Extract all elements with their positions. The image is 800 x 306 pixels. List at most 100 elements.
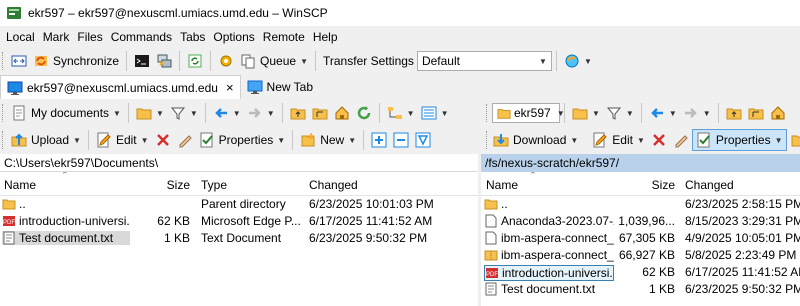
window-title: ekr597 – ekr597@nexuscml.umiacs.umd.edu … (28, 6, 328, 20)
table-row[interactable]: Anaconda3-2023.07-2... 1,039,96... 8/15/… (481, 213, 800, 230)
column-size[interactable]: Size (130, 178, 190, 192)
parent-folder-icon (2, 197, 16, 211)
putty-button[interactable] (153, 50, 175, 72)
tab-new-tab[interactable]: New Tab (241, 75, 319, 99)
remote-location-combo[interactable]: ekr597 ▼ (492, 103, 565, 123)
forward-button[interactable]: ▼ (244, 102, 278, 124)
menu-tabs[interactable]: Tabs (176, 30, 209, 44)
toolbar-grip[interactable] (2, 52, 5, 70)
table-row[interactable]: ibm-aspera-connect_... 66,927 KB 5/8/202… (481, 247, 800, 264)
remote-open-directory-button[interactable]: ▼ (569, 102, 603, 124)
select-all-button[interactable] (412, 129, 434, 151)
filter-button[interactable]: ▼ (167, 102, 201, 124)
menu-mark[interactable]: Mark (39, 30, 74, 44)
refresh-icon (356, 105, 372, 121)
remote-path-bar[interactable]: /fs/nexus-scratch/ekr597/ (481, 154, 800, 172)
remote-rename-button[interactable] (670, 129, 692, 151)
transfer-settings-preset-button[interactable]: ▼ (561, 50, 595, 72)
view-options-button[interactable]: ▼ (418, 102, 452, 124)
menu-local[interactable]: Local (2, 30, 39, 44)
new-button[interactable]: New ▼ (297, 129, 359, 151)
find-files-button[interactable]: ▼ (384, 102, 418, 124)
compare-directories-button[interactable] (8, 50, 30, 72)
table-row[interactable]: .. 6/23/2025 2:58:15 PM (481, 196, 800, 213)
column-changed[interactable]: Changed (685, 178, 734, 192)
table-row[interactable]: Test document.txt 1 KB Text Document 6/2… (0, 230, 478, 247)
toolbar-grip[interactable] (486, 104, 489, 122)
parent-folder-icon (290, 105, 306, 121)
column-name[interactable]: Name (486, 178, 518, 192)
remote-root-directory-button[interactable] (745, 102, 767, 124)
menu-options[interactable]: Options (209, 30, 258, 44)
menu-commands[interactable]: Commands (107, 30, 176, 44)
toolbar-separator (126, 51, 128, 71)
toolbar-grip[interactable] (2, 104, 5, 122)
toolbar-separator (717, 103, 719, 123)
select-files-button[interactable] (368, 129, 390, 151)
table-row[interactable]: Test document.txt 1 KB 6/23/2025 9:50:32… (481, 281, 800, 298)
local-location-combo[interactable]: My documents ▼ (8, 102, 124, 124)
remote-edit-button[interactable]: Edit ▼ (589, 129, 648, 151)
column-name[interactable]: Name (4, 178, 36, 192)
transfer-settings-select[interactable]: Default ▼ (416, 51, 552, 71)
remote-properties-button[interactable]: Properties ▼ (691, 129, 787, 151)
remote-new-button[interactable] (787, 129, 800, 151)
root-folder-icon (312, 105, 328, 121)
edit-button[interactable]: Edit ▼ (93, 129, 152, 151)
parent-folder-icon (484, 197, 498, 211)
unselect-files-button[interactable] (390, 129, 412, 151)
open-terminal-button[interactable] (131, 50, 153, 72)
filter-icon (606, 105, 622, 121)
minus-icon (393, 132, 409, 148)
remote-forward-button[interactable]: ▼ (680, 102, 714, 124)
home-directory-button[interactable] (331, 102, 353, 124)
remote-delete-button[interactable] (648, 129, 670, 151)
column-changed[interactable]: Changed (309, 178, 358, 192)
refresh-button[interactable] (353, 102, 375, 124)
delete-button[interactable] (152, 129, 174, 151)
open-directory-button[interactable]: ▼ (133, 102, 167, 124)
properties-button[interactable]: Properties ▼ (196, 129, 289, 151)
synchronize-button[interactable]: Synchronize (30, 50, 122, 72)
back-button[interactable]: ▼ (210, 102, 244, 124)
remote-home-directory-button[interactable] (767, 102, 789, 124)
home-icon (770, 105, 786, 121)
menu-files[interactable]: Files (73, 30, 106, 44)
toolbar-separator (640, 103, 642, 123)
chevron-down-icon: ▼ (266, 108, 275, 118)
refresh-sessions-button[interactable] (184, 50, 206, 72)
toolbar-separator (363, 130, 365, 150)
toolbar-separator (179, 51, 181, 71)
generic-file-icon (484, 231, 498, 245)
parent-directory-button[interactable] (287, 102, 309, 124)
preferences-button[interactable] (215, 50, 237, 72)
toolbar-separator (564, 103, 565, 123)
queue-button[interactable]: Queue ▼ (237, 50, 311, 72)
table-row[interactable]: .. Parent directory 6/23/2025 10:01:03 P… (0, 196, 478, 213)
column-size[interactable]: Size (615, 178, 675, 192)
menu-remote[interactable]: Remote (259, 30, 309, 44)
menu-help[interactable]: Help (309, 30, 342, 44)
root-directory-button[interactable] (309, 102, 331, 124)
close-tab-icon[interactable]: × (226, 80, 234, 95)
download-button[interactable]: Download ▼ (490, 129, 581, 151)
toolbar-grip[interactable] (2, 131, 5, 149)
local-path-bar[interactable]: C:\Users\ekr597\Documents\ (0, 154, 478, 172)
arrow-right-icon (683, 105, 699, 121)
rename-button[interactable] (174, 129, 196, 151)
table-row[interactable]: PDF introduction-universi... 62 KB 6/17/… (481, 264, 800, 281)
remote-filter-button[interactable]: ▼ (603, 102, 637, 124)
remote-back-button[interactable]: ▼ (646, 102, 680, 124)
table-row[interactable]: ibm-aspera-connect_... 67,305 KB 4/9/202… (481, 230, 800, 247)
table-row[interactable]: PDF introduction-universi... 62 KB Micro… (0, 213, 478, 230)
toolbar-grip[interactable] (486, 131, 487, 149)
chevron-down-icon: ▼ (625, 108, 634, 118)
remote-parent-directory-button[interactable] (723, 102, 745, 124)
terminal-icon (134, 53, 150, 69)
tab-session[interactable]: ekr597@nexuscml.umiacs.umd.edu × (0, 75, 241, 99)
winscp-app-icon (6, 5, 22, 21)
gear-icon (218, 53, 234, 69)
column-type[interactable]: Type (201, 178, 227, 192)
upload-button[interactable]: Upload ▼ (8, 129, 84, 151)
main-toolbar: Synchronize Queue ▼ Transfer Settings De… (0, 48, 800, 74)
